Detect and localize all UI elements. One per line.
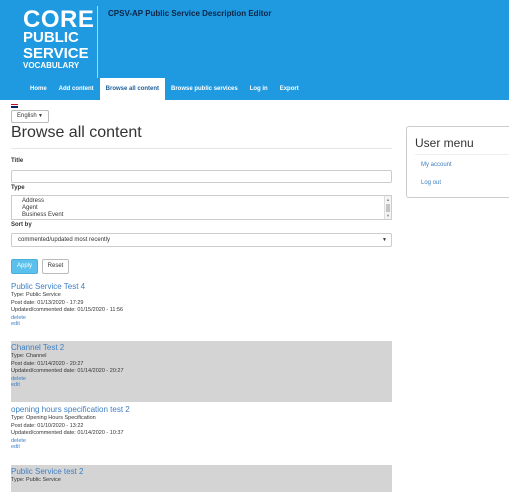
user-menu-divider: [415, 154, 509, 155]
nav-browse-public-services[interactable]: Browse public services: [165, 78, 244, 100]
page-title: Browse all content: [11, 124, 142, 141]
result-post-date: Post date: 01/13/2020 - 17:29: [11, 299, 84, 306]
edit-link[interactable]: edit: [11, 444, 392, 450]
apply-button[interactable]: Apply: [11, 259, 38, 274]
language-selected: English: [17, 113, 37, 119]
scrollbar-thumb[interactable]: [386, 204, 390, 212]
nav-log-in[interactable]: Log in: [244, 78, 274, 100]
listbox-scrollbar[interactable]: ▲ ▼: [384, 196, 391, 219]
sort-select[interactable]: commented/updated most recently ▼: [11, 233, 392, 247]
title-filter-input[interactable]: [11, 170, 392, 183]
result-post-date: Post date: 01/10/2020 - 13:22: [11, 422, 84, 429]
logo-line-3: SERVICE: [23, 45, 89, 62]
scroll-up-icon[interactable]: ▲: [386, 197, 390, 202]
result-item: Public Service test 2 Type: Public Servi…: [11, 465, 392, 492]
site-logo[interactable]: CORE PUBLIC SERVICE VOCABULARY: [11, 6, 98, 78]
result-title-link[interactable]: Public Service test 2: [11, 465, 392, 477]
site-header: CORE PUBLIC SERVICE VOCABULARY CPSV-AP P…: [0, 0, 509, 100]
my-account-link[interactable]: My account: [421, 162, 452, 168]
result-item: Channel Test 2 Type: Channel Post date: …: [11, 341, 392, 402]
type-filter-label: Type: [11, 185, 25, 191]
result-type: Type: Public Service: [11, 477, 61, 483]
nav-add-content[interactable]: Add content: [53, 78, 100, 100]
type-option[interactable]: Agent: [12, 205, 391, 212]
chevron-down-icon: ▼: [382, 237, 387, 243]
reset-button[interactable]: Reset: [42, 259, 69, 274]
edit-link[interactable]: edit: [11, 382, 392, 388]
chevron-down-icon: ▼: [38, 113, 43, 119]
result-item: Public Service Test 4 Type: Public Servi…: [11, 280, 392, 341]
nav-browse-all-content[interactable]: Browse all content: [99, 78, 166, 100]
type-option[interactable]: Business Event: [12, 212, 391, 219]
logo-line-2: PUBLIC: [23, 29, 79, 46]
log-out-link[interactable]: Log out: [421, 180, 441, 186]
nav-home[interactable]: Home: [24, 78, 53, 100]
result-type: Type: Channel: [11, 353, 47, 359]
edit-link[interactable]: edit: [11, 321, 392, 327]
title-divider: [11, 148, 392, 149]
result-title-link[interactable]: Channel Test 2: [11, 341, 392, 353]
result-updated-date: Updated/commented date: 01/15/2020 - 11:…: [11, 307, 124, 313]
result-type: Type: Opening Hours Specification: [11, 415, 96, 421]
uk-flag-icon: [11, 104, 18, 108]
result-title-link[interactable]: opening hours specification test 2: [11, 403, 392, 415]
logo-line-4: VOCABULARY: [23, 61, 80, 70]
user-menu-block: User menu My account Log out: [406, 126, 509, 198]
user-menu-title: User menu: [415, 136, 474, 150]
result-type: Type: Public Service: [11, 292, 61, 298]
result-post-date: Post date: 01/14/2020 - 20:27: [11, 360, 84, 367]
language-select[interactable]: English ▼: [11, 110, 49, 123]
type-filter-listbox[interactable]: Address Agent Business Event ▲ ▼: [11, 195, 392, 220]
site-title: CPSV-AP Public Service Description Edito…: [108, 9, 272, 18]
sort-selected: commented/updated most recently: [18, 237, 111, 243]
main-nav: Home Add content Browse all content Brow…: [24, 78, 305, 100]
result-item: opening hours specification test 2 Type:…: [11, 403, 392, 464]
title-filter-label: Title: [11, 158, 24, 164]
nav-export[interactable]: Export: [274, 78, 305, 100]
result-updated-date: Updated/commented date: 01/14/2020 - 20:…: [11, 368, 124, 374]
sort-label: Sort by: [11, 222, 32, 228]
result-title-link[interactable]: Public Service Test 4: [11, 280, 392, 292]
result-updated-date: Updated/commented date: 01/14/2020 - 10:…: [11, 430, 124, 436]
scroll-down-icon[interactable]: ▼: [386, 213, 390, 218]
type-option[interactable]: Address: [12, 198, 391, 205]
